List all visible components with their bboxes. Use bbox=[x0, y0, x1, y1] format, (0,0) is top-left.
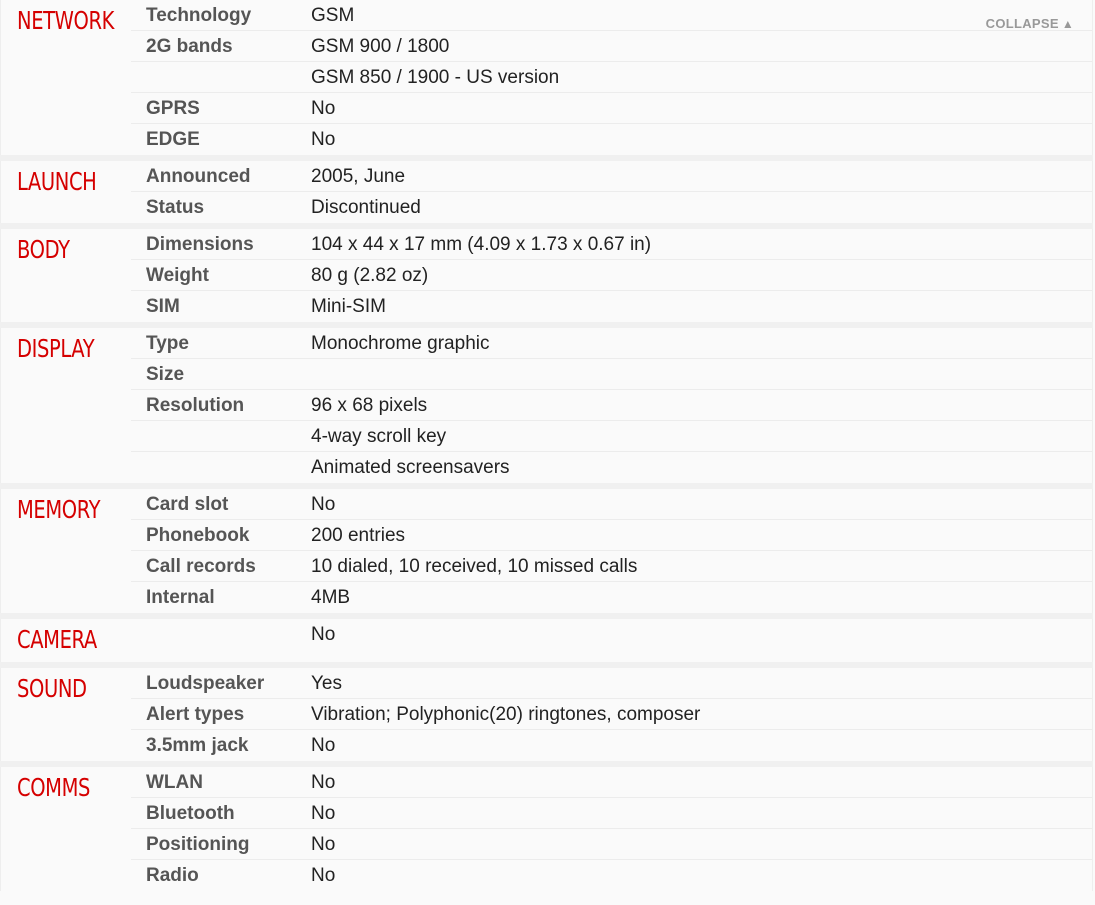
spec-value: No bbox=[311, 735, 336, 756]
spec-value: Mini-SIM bbox=[311, 296, 386, 317]
spec-row: Alert types Vibration; Polyphonic(20) ri… bbox=[131, 699, 1092, 730]
spec-value: No bbox=[311, 803, 336, 824]
spec-row: Bluetooth No bbox=[131, 798, 1092, 829]
spec-row: Animated screensavers bbox=[131, 452, 1092, 483]
spec-label: 3.5mm jack bbox=[146, 735, 249, 756]
spec-value: 10 dialed, 10 received, 10 missed calls bbox=[311, 556, 638, 577]
spec-value: GSM 850 / 1900 - US version bbox=[311, 67, 560, 88]
spec-row: No bbox=[131, 619, 1092, 662]
spec-label: Phonebook bbox=[146, 525, 250, 546]
spec-label: Announced bbox=[146, 166, 251, 187]
spec-label: Weight bbox=[146, 265, 209, 286]
spec-row: Status Discontinued bbox=[131, 192, 1092, 223]
section-title: DISPLAY bbox=[17, 334, 95, 363]
spec-row: Resolution 96 x 68 pixels bbox=[131, 390, 1092, 421]
spec-value: Vibration; Polyphonic(20) ringtones, com… bbox=[311, 704, 701, 725]
spec-row: Type Monochrome graphic bbox=[131, 328, 1092, 359]
spec-row: Positioning No bbox=[131, 829, 1092, 860]
spec-row: Technology GSM bbox=[131, 0, 1092, 31]
spec-row: Loudspeaker Yes bbox=[131, 668, 1092, 699]
spec-label: Size bbox=[146, 364, 185, 385]
spec-row: 3.5mm jack No bbox=[131, 730, 1092, 761]
spec-row: Card slot No bbox=[131, 489, 1092, 520]
section-title: MEMORY bbox=[17, 495, 101, 524]
spec-value: 104 x 44 x 17 mm (4.09 x 1.73 x 0.67 in) bbox=[311, 234, 652, 255]
spec-label: Positioning bbox=[146, 834, 250, 855]
spec-label: WLAN bbox=[146, 772, 203, 793]
spec-row: WLAN No bbox=[131, 767, 1092, 798]
spec-label: Resolution bbox=[146, 395, 245, 416]
spec-value: Yes bbox=[311, 673, 342, 694]
spec-row: Internal 4MB bbox=[131, 582, 1092, 613]
spec-label: Card slot bbox=[146, 494, 229, 515]
section-title: LAUNCH bbox=[17, 167, 97, 196]
spec-row: SIM Mini-SIM bbox=[131, 291, 1092, 322]
section-display: DISPLAY Type Monochrome graphic Size Res… bbox=[0, 328, 1093, 483]
spec-value: GSM 900 / 1800 bbox=[311, 36, 450, 57]
section-title: SOUND bbox=[17, 674, 87, 703]
spec-label: Status bbox=[146, 197, 205, 218]
spec-value: No bbox=[311, 494, 336, 515]
spec-value: No bbox=[311, 624, 336, 645]
spec-label: EDGE bbox=[146, 129, 200, 150]
spec-label: 2G bands bbox=[146, 36, 233, 57]
spec-value: 80 g (2.82 oz) bbox=[311, 265, 429, 286]
spec-label: Alert types bbox=[146, 704, 245, 725]
section-title: NETWORK bbox=[17, 6, 115, 35]
spec-row: 4-way scroll key bbox=[131, 421, 1092, 452]
spec-label: Type bbox=[146, 333, 189, 354]
spec-value: 4MB bbox=[311, 587, 351, 608]
spec-row: Call records 10 dialed, 10 received, 10 … bbox=[131, 551, 1092, 582]
specs-table: NETWORK COLLAPSE ▲ Technology GSM 2G band… bbox=[0, 0, 1093, 891]
spec-value: Monochrome graphic bbox=[311, 333, 490, 354]
spec-value: No bbox=[311, 865, 336, 886]
spec-value: 200 entries bbox=[311, 525, 406, 546]
spec-row: Dimensions 104 x 44 x 17 mm (4.09 x 1.73… bbox=[131, 229, 1092, 260]
section-title: BODY bbox=[17, 235, 70, 264]
spec-label: Internal bbox=[146, 587, 215, 608]
spec-label: Dimensions bbox=[146, 234, 254, 255]
spec-row: Radio No bbox=[131, 860, 1092, 891]
section-launch: LAUNCH Announced 2005, June Status Disco… bbox=[0, 161, 1093, 223]
spec-row: Phonebook 200 entries bbox=[131, 520, 1092, 551]
spec-row: Weight 80 g (2.82 oz) bbox=[131, 260, 1092, 291]
spec-row: Announced 2005, June bbox=[131, 161, 1092, 192]
spec-label: Bluetooth bbox=[146, 803, 235, 824]
spec-row: GSM 850 / 1900 - US version bbox=[131, 62, 1092, 93]
spec-value: Discontinued bbox=[311, 197, 421, 218]
spec-label: GPRS bbox=[146, 98, 200, 119]
section-network: NETWORK COLLAPSE ▲ Technology GSM 2G band… bbox=[0, 0, 1093, 155]
spec-value: No bbox=[311, 98, 336, 119]
section-comms: COMMS WLAN No Bluetooth No Positioning N… bbox=[0, 767, 1093, 891]
section-body: BODY Dimensions 104 x 44 x 17 mm (4.09 x… bbox=[0, 229, 1093, 322]
spec-label: Radio bbox=[146, 865, 199, 886]
spec-row: GPRS No bbox=[131, 93, 1092, 124]
spec-value: GSM bbox=[311, 5, 355, 26]
section-sound: SOUND Loudspeaker Yes Alert types Vibrat… bbox=[0, 668, 1093, 761]
spec-row: Size bbox=[131, 359, 1092, 390]
section-title: COMMS bbox=[17, 773, 91, 802]
spec-value: No bbox=[311, 772, 336, 793]
spec-value: 96 x 68 pixels bbox=[311, 395, 428, 416]
spec-row: EDGE No bbox=[131, 124, 1092, 155]
spec-value: 2005, June bbox=[311, 166, 406, 187]
spec-label: SIM bbox=[146, 296, 180, 317]
spec-label: Technology bbox=[146, 5, 252, 26]
spec-value: Animated screensavers bbox=[311, 457, 510, 478]
spec-row: 2G bands GSM 900 / 1800 bbox=[131, 31, 1092, 62]
spec-value: 4-way scroll key bbox=[311, 426, 447, 447]
section-memory: MEMORY Card slot No Phonebook 200 entrie… bbox=[0, 489, 1093, 613]
spec-value: No bbox=[311, 834, 336, 855]
section-camera: CAMERA No bbox=[0, 619, 1093, 662]
spec-value: No bbox=[311, 129, 336, 150]
section-title: CAMERA bbox=[17, 625, 97, 654]
spec-label: Loudspeaker bbox=[146, 673, 265, 694]
spec-label: Call records bbox=[146, 556, 256, 577]
